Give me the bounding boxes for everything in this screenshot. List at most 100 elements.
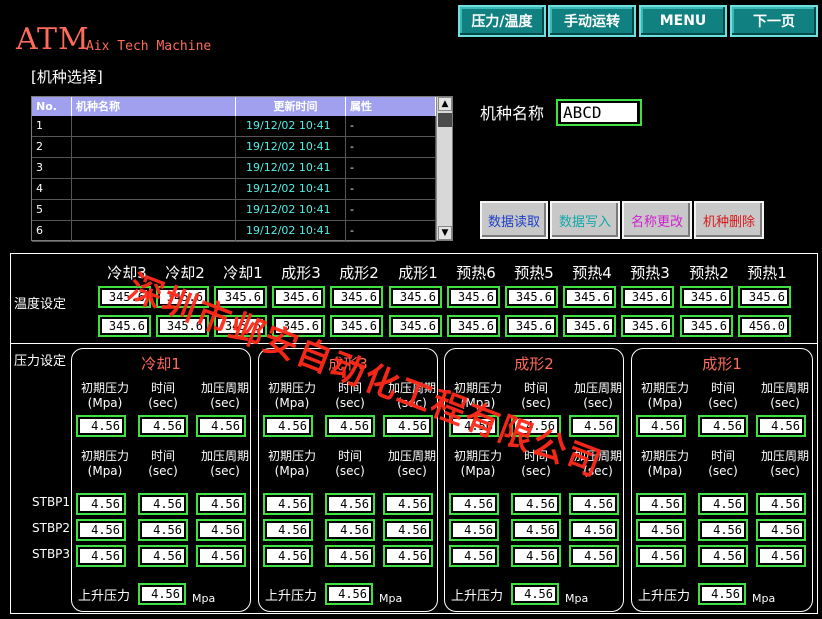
- initial-pressure-field[interactable]: 4.56: [138, 415, 188, 437]
- temperature-field[interactable]: 345.6: [447, 315, 500, 337]
- stbp-pressure-field[interactable]: 4.56: [325, 519, 375, 541]
- stbp-pressure-field[interactable]: 4.56: [569, 493, 619, 515]
- stbp-pressure-field[interactable]: 4.56: [636, 519, 686, 541]
- scroll-thumb[interactable]: [438, 113, 452, 127]
- menu-nav-button[interactable]: MENU: [639, 5, 727, 37]
- temperature-field[interactable]: 345.6: [389, 286, 442, 308]
- temperature-field[interactable]: 345.6: [563, 286, 616, 308]
- temperature-field[interactable]: 345.6: [98, 315, 151, 337]
- stbp-pressure-field[interactable]: 4.56: [325, 545, 375, 567]
- list-item[interactable]: 5 19/12/02 10:41-: [32, 200, 436, 221]
- stbp-pressure-field[interactable]: 4.56: [569, 519, 619, 541]
- stbp-pressure-field[interactable]: 4.56: [325, 493, 375, 515]
- stbp-pressure-field[interactable]: 4.56: [511, 519, 561, 541]
- scroll-down-icon[interactable]: ▼: [438, 226, 452, 240]
- list-item[interactable]: 1 19/12/02 10:41-: [32, 116, 436, 137]
- temperature-field[interactable]: 345.6: [505, 286, 558, 308]
- stbp-pressure-field[interactable]: 4.56: [196, 519, 246, 541]
- stbp-pressure-field[interactable]: 4.56: [698, 493, 748, 515]
- temperature-field[interactable]: 345.6: [214, 315, 267, 337]
- stbp-pressure-field[interactable]: 4.56: [569, 545, 619, 567]
- stbp-pressure-field[interactable]: 4.56: [263, 519, 313, 541]
- temperature-field[interactable]: 345.6: [563, 315, 616, 337]
- stbp-pressure-field[interactable]: 4.56: [196, 493, 246, 515]
- initial-pressure-field[interactable]: 4.56: [325, 415, 375, 437]
- rise-pressure-field[interactable]: 4.56: [325, 583, 373, 605]
- list-item[interactable]: 3 19/12/02 10:41-: [32, 158, 436, 179]
- stbp-pressure-field[interactable]: 4.56: [196, 545, 246, 567]
- initial-pressure-field[interactable]: 4.56: [263, 415, 313, 437]
- temperature-field[interactable]: 345.6: [738, 286, 791, 308]
- temperature-field[interactable]: 345.6: [272, 315, 325, 337]
- temperature-field[interactable]: 345.6: [330, 315, 383, 337]
- model-list[interactable]: No. 机种名称 更新时间 属性 1 19/12/02 10:41-2 19/12/…: [31, 96, 453, 242]
- temperature-field[interactable]: 456.0: [738, 315, 791, 337]
- rename-button[interactable]: 名称更改: [622, 201, 692, 239]
- stbp-pressure-field[interactable]: 4.56: [138, 519, 188, 541]
- manual-operation-nav-button[interactable]: 手动运转: [548, 5, 636, 37]
- stbp-pressure-field[interactable]: 4.56: [138, 493, 188, 515]
- stbp-pressure-field[interactable]: 4.56: [636, 545, 686, 567]
- initial-pressure-field[interactable]: 4.56: [76, 415, 126, 437]
- stbp-pressure-field[interactable]: 4.56: [449, 519, 499, 541]
- stbp-pressure-field[interactable]: 4.56: [383, 545, 433, 567]
- stbp-pressure-field[interactable]: 4.56: [76, 493, 126, 515]
- temperature-field[interactable]: 345.6: [272, 286, 325, 308]
- stbp-pressure-field[interactable]: 4.56: [383, 493, 433, 515]
- stbp-pressure-field[interactable]: 4.56: [756, 519, 806, 541]
- temperature-field[interactable]: 345.6: [389, 315, 442, 337]
- temperature-field[interactable]: 345.6: [98, 286, 151, 308]
- stbp-pressure-field[interactable]: 4.56: [636, 493, 686, 515]
- temperature-field[interactable]: 345.6: [156, 315, 209, 337]
- list-item[interactable]: 6 19/12/02 10:41-: [32, 221, 436, 242]
- scroll-up-icon[interactable]: ▲: [438, 97, 452, 111]
- initial-pressure-field[interactable]: 4.56: [449, 415, 499, 437]
- stbp-pressure-field[interactable]: 4.56: [449, 493, 499, 515]
- stbp-pressure-field[interactable]: 4.56: [756, 493, 806, 515]
- temperature-field[interactable]: 345.6: [156, 286, 209, 308]
- temperature-field[interactable]: 345.6: [505, 315, 558, 337]
- temperature-field[interactable]: 345.6: [214, 286, 267, 308]
- temperature-field[interactable]: 345.6: [621, 315, 674, 337]
- stbp-pressure-field[interactable]: 4.56: [698, 545, 748, 567]
- stbp-pressure-field[interactable]: 4.56: [263, 545, 313, 567]
- pressure-temperature-nav-button[interactable]: 压力/温度: [458, 5, 546, 37]
- stbp-pressure-field[interactable]: 4.56: [76, 545, 126, 567]
- stbp-pressure-field[interactable]: 4.56: [138, 545, 188, 567]
- initial-pressure-field[interactable]: 4.56: [636, 415, 686, 437]
- read-data-button[interactable]: 数据读取: [480, 201, 548, 239]
- temperature-field[interactable]: 345.6: [447, 286, 500, 308]
- list-item[interactable]: 2 19/12/02 10:41-: [32, 137, 436, 158]
- rise-pressure-field[interactable]: 4.56: [511, 583, 559, 605]
- rise-pressure-field[interactable]: 4.56: [698, 583, 746, 605]
- pressure-column-header: 加压周期 (sec): [192, 449, 258, 479]
- initial-pressure-field[interactable]: 4.56: [196, 415, 246, 437]
- stbp-pressure-field[interactable]: 4.56: [511, 493, 561, 515]
- model-name-input[interactable]: [561, 103, 637, 122]
- initial-pressure-field[interactable]: 4.56: [756, 415, 806, 437]
- pressure-column-title: 时间: [150, 449, 175, 463]
- temperature-field[interactable]: 345.6: [680, 286, 733, 308]
- stbp-pressure-field[interactable]: 4.56: [263, 493, 313, 515]
- next-page-nav-button[interactable]: 下一页: [730, 5, 818, 37]
- temperature-field[interactable]: 345.6: [621, 286, 674, 308]
- initial-pressure-field[interactable]: 4.56: [511, 415, 561, 437]
- stbp-pressure-field[interactable]: 4.56: [383, 519, 433, 541]
- stbp-pressure-field[interactable]: 4.56: [76, 519, 126, 541]
- model-name-field[interactable]: [556, 99, 642, 126]
- temperature-value: 345.6: [160, 290, 205, 304]
- temperature-field[interactable]: 345.6: [680, 315, 733, 337]
- stbp-pressure-field[interactable]: 4.56: [511, 545, 561, 567]
- stbp-pressure-field[interactable]: 4.56: [698, 519, 748, 541]
- list-item[interactable]: 4 19/12/02 10:41-: [32, 179, 436, 200]
- write-data-button[interactable]: 数据写入: [550, 201, 620, 239]
- delete-model-button[interactable]: 机种删除: [694, 201, 764, 239]
- stbp-pressure-field[interactable]: 4.56: [449, 545, 499, 567]
- initial-pressure-field[interactable]: 4.56: [569, 415, 619, 437]
- rise-pressure-field[interactable]: 4.56: [138, 583, 186, 605]
- temperature-field[interactable]: 345.6: [330, 286, 383, 308]
- initial-pressure-field[interactable]: 4.56: [383, 415, 433, 437]
- initial-pressure-field[interactable]: 4.56: [698, 415, 748, 437]
- stbp-pressure-field[interactable]: 4.56: [756, 545, 806, 567]
- list-scrollbar[interactable]: ▲ ▼: [436, 97, 452, 240]
